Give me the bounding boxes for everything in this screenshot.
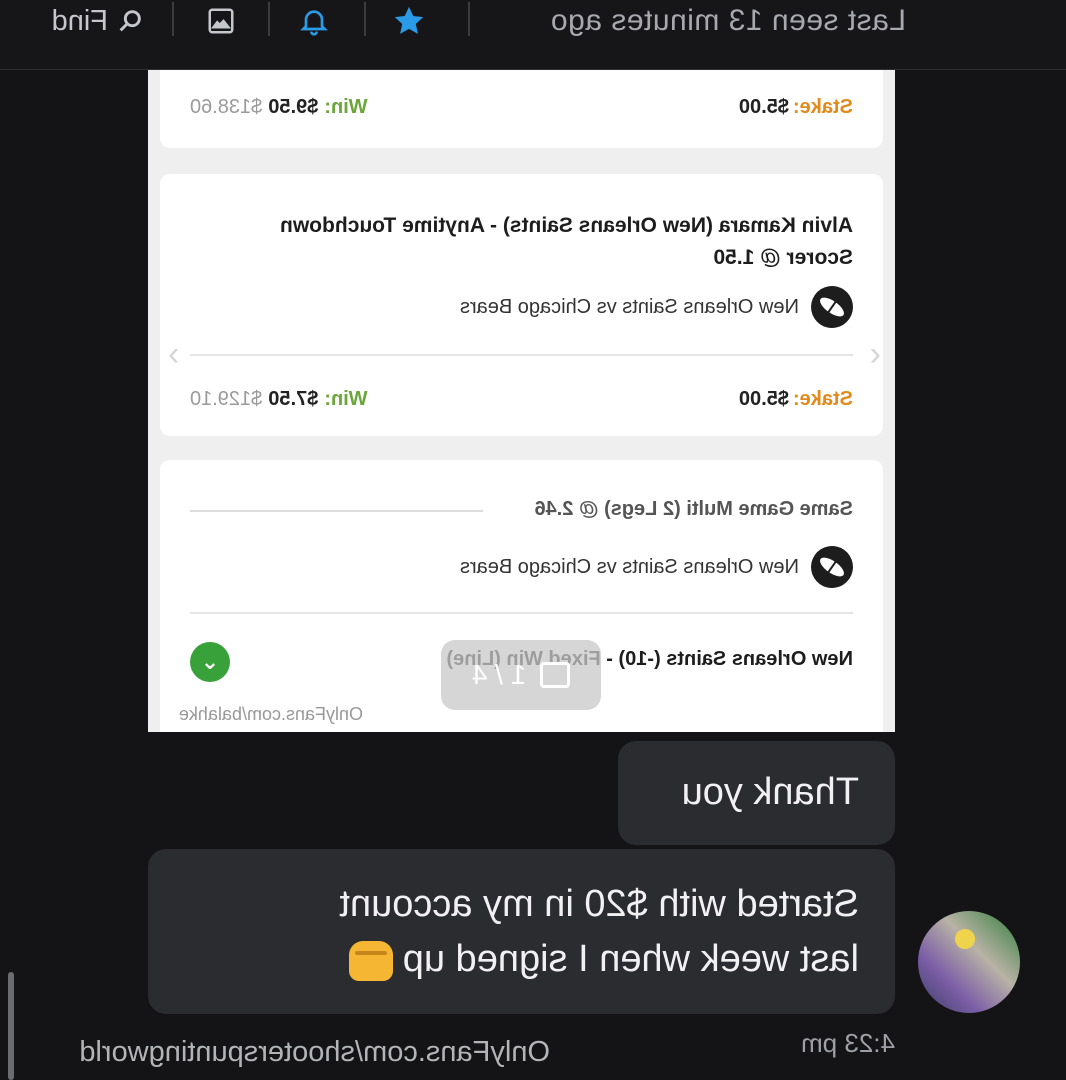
- message-text: Started with $20 in my account: [339, 883, 859, 925]
- image-pager[interactable]: 1 / 4: [441, 640, 601, 710]
- chevron-left-icon[interactable]: ‹: [870, 335, 881, 374]
- bet-title: Alvin Kamara (New Orleans Saints) - Anyt…: [280, 214, 853, 269]
- image-icon[interactable]: [206, 0, 236, 42]
- message-time: 4:23 pm: [801, 1028, 895, 1058]
- search-label: Find: [51, 4, 108, 37]
- win-value: $7.50: [268, 388, 319, 410]
- header-divider: [268, 2, 270, 36]
- message-bubble[interactable]: Thank you: [618, 741, 895, 845]
- football-icon: [802, 537, 862, 597]
- star-icon[interactable]: [392, 0, 426, 42]
- match-name: New Orleans Saints vs Chicago Bears: [459, 555, 799, 578]
- message-bubble[interactable]: Started with $20 in my account last week…: [148, 849, 895, 1014]
- pager-count: 1 / 4: [471, 659, 527, 690]
- stake-value: $5.00: [738, 96, 789, 118]
- win-group: Win: $7.50 $129.10: [190, 388, 368, 411]
- divider: [190, 510, 483, 512]
- win-label: Win:: [324, 96, 368, 118]
- bell-icon[interactable]: [298, 0, 330, 42]
- stake-label: Stake:: [792, 96, 853, 118]
- search-button[interactable]: Find: [52, 0, 144, 42]
- divider: [190, 354, 853, 356]
- message-text: last week when I signed up: [402, 938, 859, 981]
- bet-card: Alvin Kamara (New Orleans Saints) - Anyt…: [160, 174, 883, 436]
- match-name: New Orleans Saints vs Chicago Bears: [459, 295, 799, 318]
- stake-row: Stake: $5.00 Win: $7.50 $129.10: [190, 388, 853, 411]
- header-divider: [364, 2, 366, 36]
- win-old-value: $129.10: [190, 388, 263, 410]
- stake-row: Stake: $5.00 Win: $9.50 $138.60: [190, 96, 853, 119]
- message-text: Thank you: [681, 771, 859, 813]
- bet-card: Stake: $5.00 Win: $9.50 $138.60: [160, 70, 883, 148]
- chat-page: Last seen 13 minutes ago Find Stake: $5.…: [0, 0, 1066, 1080]
- bet-screenshot-image[interactable]: Stake: $5.00 Win: $9.50 $138.60 Alvin Ka…: [148, 70, 895, 732]
- image-watermark: OnlyFans.com/balahke: [178, 704, 363, 724]
- multi-title: Same Game Multi (2 Legs) @ 2.46: [534, 498, 854, 520]
- chevron-right-icon[interactable]: ›: [168, 335, 179, 374]
- header-divider: [468, 2, 470, 36]
- search-icon: [119, 10, 141, 32]
- header-divider: [172, 2, 174, 36]
- divider: [190, 612, 853, 614]
- chevron-down-icon[interactable]: ⌄: [190, 642, 230, 682]
- watermark: OnlyFans.com/shooterspuntingworld: [79, 1036, 550, 1068]
- last-seen-status: Last seen 13 minutes ago: [550, 4, 906, 37]
- stake-label: Stake:: [792, 388, 853, 410]
- win-group: Win: $9.50 $138.60: [190, 96, 368, 119]
- avatar[interactable]: [918, 911, 1020, 1013]
- match-row: New Orleans Saints vs Chicago Bears: [459, 537, 862, 597]
- fist-emoji-icon: [348, 941, 393, 982]
- win-value: $9.50: [268, 96, 319, 118]
- match-row: New Orleans Saints vs Chicago Bears: [459, 277, 862, 337]
- win-old-value: $138.60: [190, 96, 263, 118]
- football-icon: [802, 277, 862, 337]
- chat-header: Last seen 13 minutes ago Find: [0, 0, 1066, 70]
- message-text-line2: last week when I signed up: [184, 932, 859, 987]
- scrollbar[interactable]: [8, 972, 14, 1080]
- win-label: Win:: [324, 388, 368, 410]
- gallery-icon: [540, 662, 571, 688]
- stake-value: $5.00: [738, 388, 789, 410]
